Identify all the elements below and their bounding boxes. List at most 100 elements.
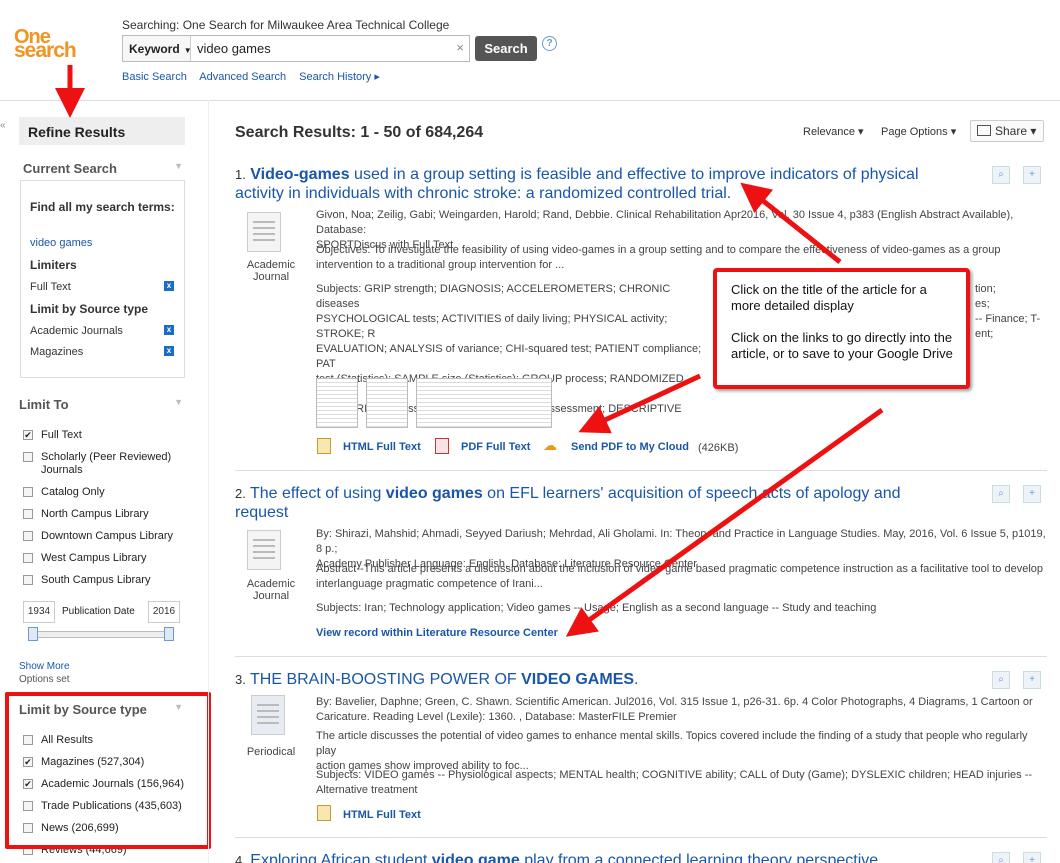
limit-catalog-only-label[interactable]: Catalog Only <box>41 486 105 499</box>
checkbox-downtown-campus[interactable] <box>23 531 33 541</box>
remove-source-icon[interactable]: x <box>164 325 174 335</box>
limit-west-campus-label[interactable]: West Campus Library <box>41 552 147 565</box>
folder-add-icon[interactable]: + <box>1023 852 1041 863</box>
title-highlight: VIDEO GAMES <box>521 671 635 688</box>
result-number: 3. <box>235 672 246 687</box>
onesearch-logo[interactable]: One search <box>14 26 110 66</box>
result-2-abstract: Abstract--This article presents a discus… <box>316 562 1046 592</box>
subjects-line-2: PSYCHOLOGICAL tests; ACTIVITIES of daily… <box>316 313 668 340</box>
checkbox-south-campus[interactable] <box>23 575 33 585</box>
preview-magnifier-icon[interactable]: ⌕ <box>992 671 1010 689</box>
periodical-icon <box>251 695 285 735</box>
preview-magnifier-icon[interactable]: ⌕ <box>992 852 1010 863</box>
current-search-title: Current Search <box>23 161 117 176</box>
checkbox-full-text[interactable]: ✔ <box>23 430 33 440</box>
result-divider <box>235 470 1047 471</box>
result-3-title[interactable]: 3. THE BRAIN-BOOSTING POWER OF VIDEO GAM… <box>235 670 955 689</box>
annotation-highlight-box <box>5 692 211 849</box>
result-type-label: Periodical <box>246 746 296 758</box>
search-button[interactable]: Search <box>475 36 537 61</box>
source-magazines: Magazines <box>30 346 84 358</box>
remove-limiter-icon[interactable]: x <box>164 281 174 291</box>
date-from-input[interactable]: 1934 <box>23 601 55 623</box>
citation-line-2: Caricature. Reading Level (Lexile): 1360… <box>316 711 677 723</box>
search-field-select[interactable]: Keyword ▼ <box>123 36 192 61</box>
limit-scholarly-label[interactable]: Scholarly (Peer Reviewed) Journals <box>41 451 181 477</box>
share-button[interactable]: Share ▾ <box>970 120 1044 142</box>
limit-north-campus-label[interactable]: North Campus Library <box>41 508 149 521</box>
source-academic-journals: Academic Journals <box>30 325 123 337</box>
checkbox-north-campus[interactable] <box>23 509 33 519</box>
page-thumbnail[interactable] <box>416 378 552 428</box>
checkbox-scholarly[interactable] <box>23 452 33 462</box>
result-4-title[interactable]: 4. Exploring African student video game … <box>235 851 955 863</box>
folder-add-icon[interactable]: + <box>1023 485 1041 503</box>
document-icon <box>247 212 281 252</box>
limit-full-text-label[interactable]: Full Text <box>41 429 82 442</box>
search-history-link[interactable]: Search History ▸ <box>299 71 380 83</box>
results-count-heading: Search Results: 1 - 50 of 684,264 <box>235 124 484 141</box>
view-record-link[interactable]: View record within Literature Resource C… <box>316 627 558 639</box>
abstract-line-1: Objectives: To investigate the feasibili… <box>316 244 1001 256</box>
preview-magnifier-icon[interactable]: ⌕ <box>992 166 1010 184</box>
result-2-title[interactable]: 2. The effect of using video games on EF… <box>235 484 955 522</box>
logo-text-bottom: search <box>14 39 77 62</box>
folder-add-icon[interactable]: + <box>1023 671 1041 689</box>
help-icon[interactable]: ? <box>542 36 557 51</box>
result-1-subjects-right: tion; es; -- Finance; T- ent; <box>975 282 1050 342</box>
subjects-line-1: Subjects: VIDEO games -- Physiological a… <box>316 769 1033 781</box>
date-to-input[interactable]: 2016 <box>148 601 180 623</box>
limit-south-campus-label[interactable]: South Campus Library <box>41 574 150 587</box>
checkbox-catalog-only[interactable] <box>23 487 33 497</box>
share-icon <box>977 125 991 136</box>
result-3-citation: By: Bavelier, Daphne; Green, C. Shawn. S… <box>316 695 1046 725</box>
result-type-label: Academic Journal <box>246 259 296 283</box>
callout-text-2: Click on the links to go directly into t… <box>731 330 953 361</box>
preview-magnifier-icon[interactable]: ⌕ <box>992 485 1010 503</box>
search-field-value: Keyword <box>129 42 180 56</box>
limit-downtown-campus-label[interactable]: Downtown Campus Library <box>41 530 173 543</box>
basic-search-link[interactable]: Basic Search <box>122 71 187 83</box>
limit-to-heading[interactable]: Limit To ▼ <box>19 397 183 412</box>
current-search-heading[interactable]: Current Search ▼ <box>23 161 183 176</box>
slider-handle-end[interactable] <box>164 627 174 641</box>
citation-line-1: By: Bavelier, Daphne; Green, C. Shawn. S… <box>316 696 1033 708</box>
source-type-subheading: Limit by Source type <box>30 302 149 316</box>
page-thumbnail[interactable] <box>316 378 358 428</box>
chevron-down-icon: ▼ <box>174 397 183 407</box>
date-range-slider[interactable] <box>28 627 174 641</box>
pdf-size: (426KB) <box>698 442 739 454</box>
citation-line-1: Givon, Noa; Zeilig, Gabi; Weingarden, Ha… <box>316 209 1014 236</box>
search-links: Basic Search Advanced Search Search Hist… <box>122 70 390 83</box>
limiters-heading: Limiters <box>30 258 77 272</box>
title-text: . <box>634 671 639 688</box>
title-text: The effect of using <box>250 485 386 502</box>
search-input[interactable]: video games <box>197 41 271 56</box>
html-document-icon <box>317 438 331 454</box>
clear-icon[interactable]: × <box>456 40 464 55</box>
remove-source-icon[interactable]: x <box>164 346 174 356</box>
relevance-sort-dropdown[interactable]: Relevance ▾ <box>803 125 864 138</box>
title-text-line2: request <box>235 504 289 521</box>
collapse-sidebar-icon[interactable]: « <box>0 120 9 142</box>
result-1-title[interactable]: 1. Video-games used in a group setting i… <box>235 165 935 203</box>
show-more-link[interactable]: Show More <box>19 660 70 673</box>
subjects-line-1: Subjects: GRIP strength; DIAGNOSIS; ACCE… <box>316 283 671 310</box>
page-options-dropdown[interactable]: Page Options ▾ <box>881 125 956 138</box>
result-number: 4. <box>235 853 246 863</box>
pdf-full-text-link[interactable]: PDF Full Text <box>461 441 530 453</box>
folder-add-icon[interactable]: + <box>1023 166 1041 184</box>
html-full-text-link[interactable]: HTML Full Text <box>343 809 421 821</box>
limiter-full-text: Full Text <box>30 281 71 293</box>
advanced-search-link[interactable]: Advanced Search <box>199 71 286 83</box>
callout-text-1: Click on the title of the article for a … <box>731 282 927 313</box>
citation-line-1: By: Shirazi, Mahshid; Ahmadi, Seyyed Dar… <box>316 528 1046 555</box>
limit-to-title: Limit To <box>19 397 69 412</box>
page-thumbnail[interactable] <box>366 378 408 428</box>
send-pdf-cloud-link[interactable]: Send PDF to My Cloud <box>571 441 689 453</box>
slider-handle-start[interactable] <box>28 627 38 641</box>
html-full-text-link[interactable]: HTML Full Text <box>343 441 421 453</box>
search-term-link[interactable]: video games <box>30 237 92 249</box>
app-window: { "header": { "logo_top": "One", "logo_b… <box>0 0 1060 863</box>
checkbox-west-campus[interactable] <box>23 553 33 563</box>
